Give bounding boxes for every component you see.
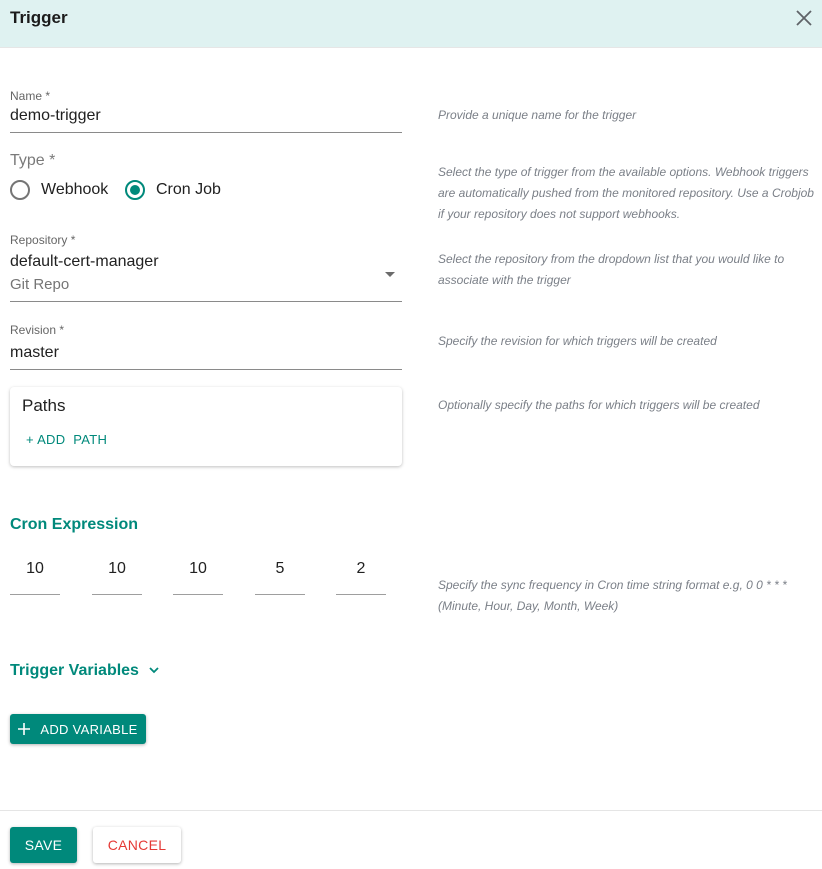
revision-label: Revision * (10, 323, 65, 337)
cron-month-value: 5 (275, 560, 285, 577)
dialog-title: Trigger (10, 8, 68, 27)
trigger-variables-toggle[interactable]: Trigger Variables (10, 662, 139, 680)
add-path-button[interactable]: + ADD PATH (26, 432, 107, 447)
repository-label: Repository * (10, 233, 76, 247)
cron-hour-value: 10 (108, 560, 126, 577)
paths-card: Paths + ADD PATH (10, 387, 402, 466)
radio-webhook[interactable]: Webhook (10, 180, 108, 200)
repository-subtext: Git Repo (10, 276, 70, 293)
cron-minute-input[interactable]: 10 (10, 555, 60, 595)
paths-hint: Optionally specify the paths for which t… (438, 398, 760, 412)
type-label: Type * (10, 152, 56, 169)
radio-webhook-label: Webhook (41, 181, 109, 198)
repository-underline (10, 301, 402, 302)
cron-hour-input[interactable]: 10 (92, 555, 142, 595)
plus-icon (18, 723, 31, 735)
revision-input[interactable]: master (10, 344, 59, 362)
name-underline (10, 132, 402, 133)
repository-select[interactable]: default-cert-manager Git Repo (10, 250, 402, 301)
cron-week-underline (336, 594, 386, 595)
radio-cron-job[interactable]: Cron Job (125, 180, 221, 200)
name-input[interactable]: demo-trigger (10, 107, 101, 125)
revision-underline (10, 369, 402, 370)
repository-value: default-cert-manager (10, 253, 159, 270)
cron-day-value: 10 (189, 560, 207, 577)
cron-week-value: 2 (356, 560, 366, 577)
close-button[interactable] (794, 8, 814, 28)
save-button[interactable]: SAVE (10, 827, 77, 863)
name-hint: Provide a unique name for the trigger (438, 108, 637, 122)
cron-expression-title: Cron Expression (10, 516, 139, 533)
cron-hint: Specify the sync frequency in Cron time … (438, 578, 787, 613)
radio-cron-job-label: Cron Job (156, 181, 221, 198)
chevron-down-icon[interactable] (148, 665, 160, 675)
cron-day-underline (173, 594, 223, 595)
cancel-button[interactable]: CANCEL (93, 827, 181, 863)
cron-week-input[interactable]: 2 (336, 555, 386, 595)
name-label: Name * (10, 89, 51, 103)
cron-day-input[interactable]: 10 (173, 555, 223, 595)
radio-unchecked-icon (10, 180, 30, 200)
close-icon (796, 10, 812, 26)
add-variable-label: ADD VARIABLE (40, 721, 138, 737)
cron-minute-underline (10, 594, 60, 595)
cron-minute-value: 10 (26, 560, 44, 577)
revision-hint: Specify the revision for which triggers … (438, 334, 717, 348)
footer-divider (0, 810, 822, 811)
repository-hint: Select the repository from the dropdown … (438, 252, 785, 287)
cron-month-input[interactable]: 5 (255, 555, 305, 595)
radio-checked-icon (125, 180, 145, 200)
cron-month-underline (255, 594, 305, 595)
cron-hour-underline (92, 594, 142, 595)
add-variable-button[interactable]: ADD VARIABLE (10, 714, 146, 744)
paths-title: Paths (22, 396, 66, 415)
type-hint: Select the type of trigger from the avai… (438, 165, 814, 221)
caret-down-icon[interactable] (385, 272, 395, 277)
dialog-header: Trigger (0, 0, 822, 48)
